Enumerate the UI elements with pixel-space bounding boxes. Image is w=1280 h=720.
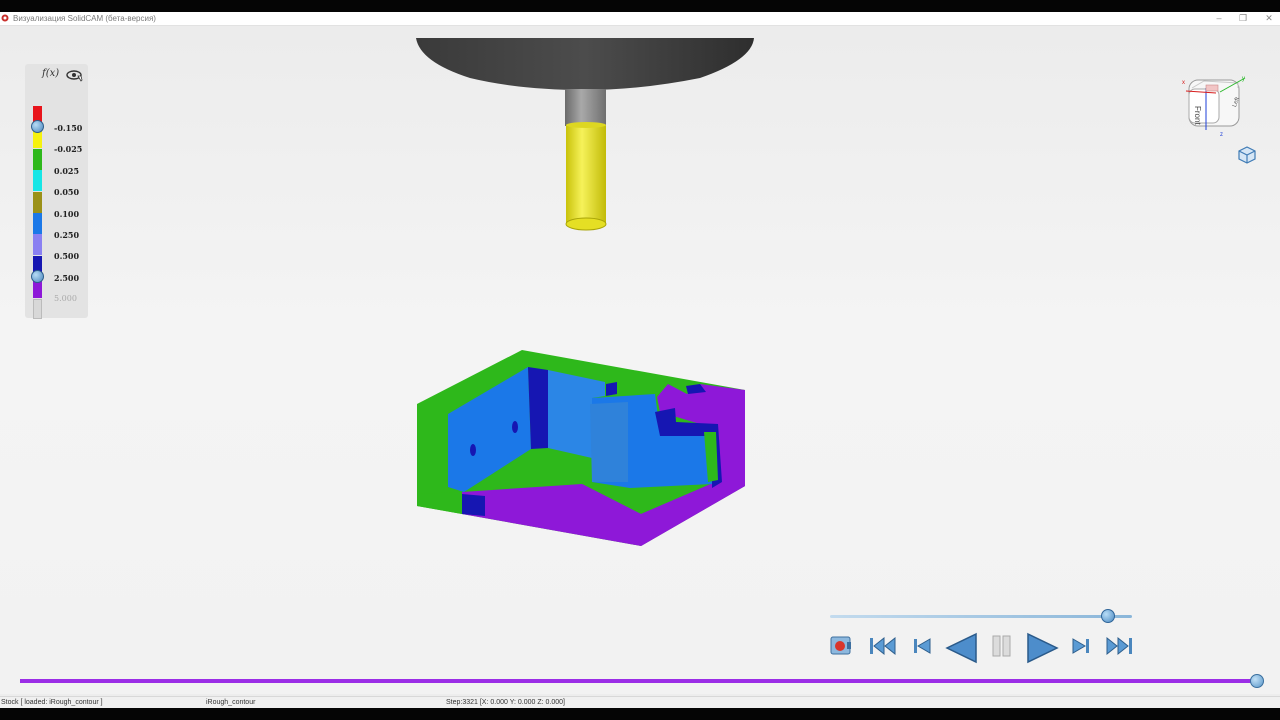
simulation-window: Визуализация SolidCAM (бета-версия) – ❐ … [0,12,1280,709]
fast-forward-to-end-button[interactable] [1104,632,1136,660]
legend-swatch [33,298,42,319]
cutting-tool [565,122,607,231]
function-button[interactable]: f(x) [42,68,59,79]
speed-slider-knob[interactable] [1100,609,1115,623]
legend-value: 0.250 [54,230,80,240]
tool-shank [565,89,606,126]
screen-top-bar [0,0,1280,12]
machining-scene [416,38,754,546]
legend-value: 2.500 [54,272,80,283]
z-axis-label: z [1220,132,1223,138]
speed-slider-track[interactable] [830,615,1132,618]
legend-swatch [33,191,42,213]
title-bar: Визуализация SolidCAM (бета-версия) – ❐ … [0,12,1280,26]
step-back-button[interactable] [910,632,934,660]
legend-value: -0.150 [54,123,83,133]
legend-swatch [33,170,42,192]
legend-value: 0.050 [54,187,80,198]
legend-value: 0.100 [54,208,80,219]
play-icon [1027,632,1059,664]
minimize-button[interactable]: – [1212,12,1226,24]
legend-value: 0.500 [54,251,80,262]
restore-button[interactable]: ❐ [1236,12,1250,24]
legend-swatch [33,213,42,234]
fast-forward-icon [1106,636,1132,656]
rewind-icon [870,636,896,656]
step-back-icon [914,638,931,654]
x-axis-label: x [1182,80,1185,86]
close-button[interactable]: ✕ [1262,12,1276,24]
pause-button[interactable] [990,632,1014,660]
eye-icon[interactable] [66,68,84,82]
app-icon [1,14,9,22]
tool-holder [416,38,754,90]
window-title: Визуализация SolidCAM (бета-версия) [13,14,156,23]
legend-value: 5.000 [54,294,77,304]
legend-upper-slider[interactable] [31,120,44,133]
stock-part [417,350,745,546]
step-forward-button[interactable] [1070,632,1094,660]
3d-viewport[interactable]: f(x) -0.150 -0.025 0.025 0.050 0.100 0.250 0.5… [0,26,1280,694]
legend-lower-slider[interactable] [31,270,44,283]
progress-track[interactable] [20,679,1260,683]
home-view-icon[interactable] [1237,145,1257,165]
legend-swatch [33,148,42,170]
play-reverse-icon [945,632,977,664]
rewind-to-start-button[interactable] [868,632,898,660]
legend-value: 0.025 [54,165,80,176]
legend-value: -0.025 [54,144,83,155]
play-reverse-button[interactable] [944,632,980,664]
step-forward-icon [1072,638,1089,654]
record-icon [830,636,851,655]
progress-knob[interactable] [1250,674,1264,688]
play-button[interactable] [1024,632,1060,664]
record-button[interactable] [828,632,854,660]
y-axis-label: y [1242,76,1245,82]
view-cube-front-label: Front [1193,106,1202,125]
pause-icon [992,635,1011,657]
speed-slider[interactable] [830,609,1132,623]
deviation-legend: f(x) -0.150 -0.025 0.025 0.050 0.100 0.250 0.5… [25,64,88,319]
simulation-progress-slider[interactable] [20,674,1264,688]
legend-swatch [33,234,42,256]
view-cube[interactable]: Front Left x y z [1180,68,1250,138]
screen-bottom-bar [0,708,1280,720]
